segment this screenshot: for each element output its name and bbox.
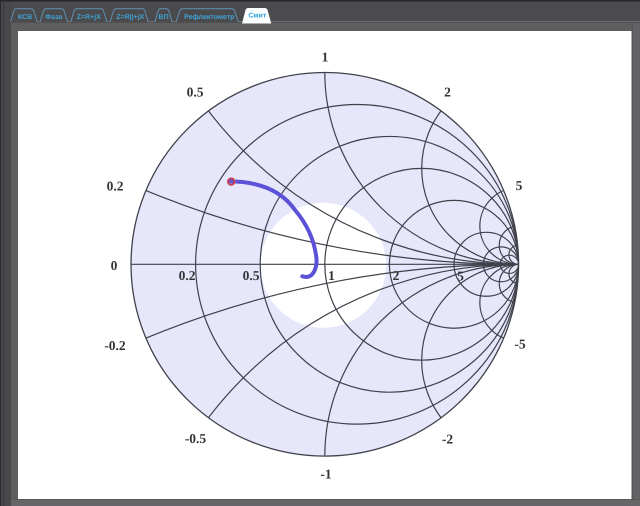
svg-text:Z=R||+jX: Z=R||+jX [116,13,144,21]
svg-text:-2: -2 [442,432,453,447]
svg-text:0: 0 [111,258,118,273]
svg-text:-1: -1 [320,467,331,482]
svg-text:КСВ: КСВ [18,14,32,21]
svg-text:2: 2 [393,268,400,283]
svg-text:-5: -5 [514,337,525,352]
svg-text:Смит: Смит [248,13,267,20]
svg-text:0.5: 0.5 [243,268,260,283]
svg-text:ВП: ВП [159,14,169,21]
svg-text:-0.5: -0.5 [185,431,207,446]
svg-text:-0.2: -0.2 [104,338,126,353]
svg-text:2: 2 [444,85,451,100]
svg-text:0.5: 0.5 [187,85,204,100]
svg-text:0.2: 0.2 [107,179,124,194]
svg-text:Фаза: Фаза [45,14,62,21]
svg-text:5: 5 [516,178,523,193]
svg-text:1: 1 [328,268,335,283]
svg-text:1: 1 [322,50,329,65]
svg-text:5: 5 [457,269,464,284]
svg-text:Z=R+jX: Z=R+jX [77,13,101,21]
svg-text:Рефлектометр: Рефлектометр [184,13,234,21]
svg-text:0.2: 0.2 [179,268,196,283]
